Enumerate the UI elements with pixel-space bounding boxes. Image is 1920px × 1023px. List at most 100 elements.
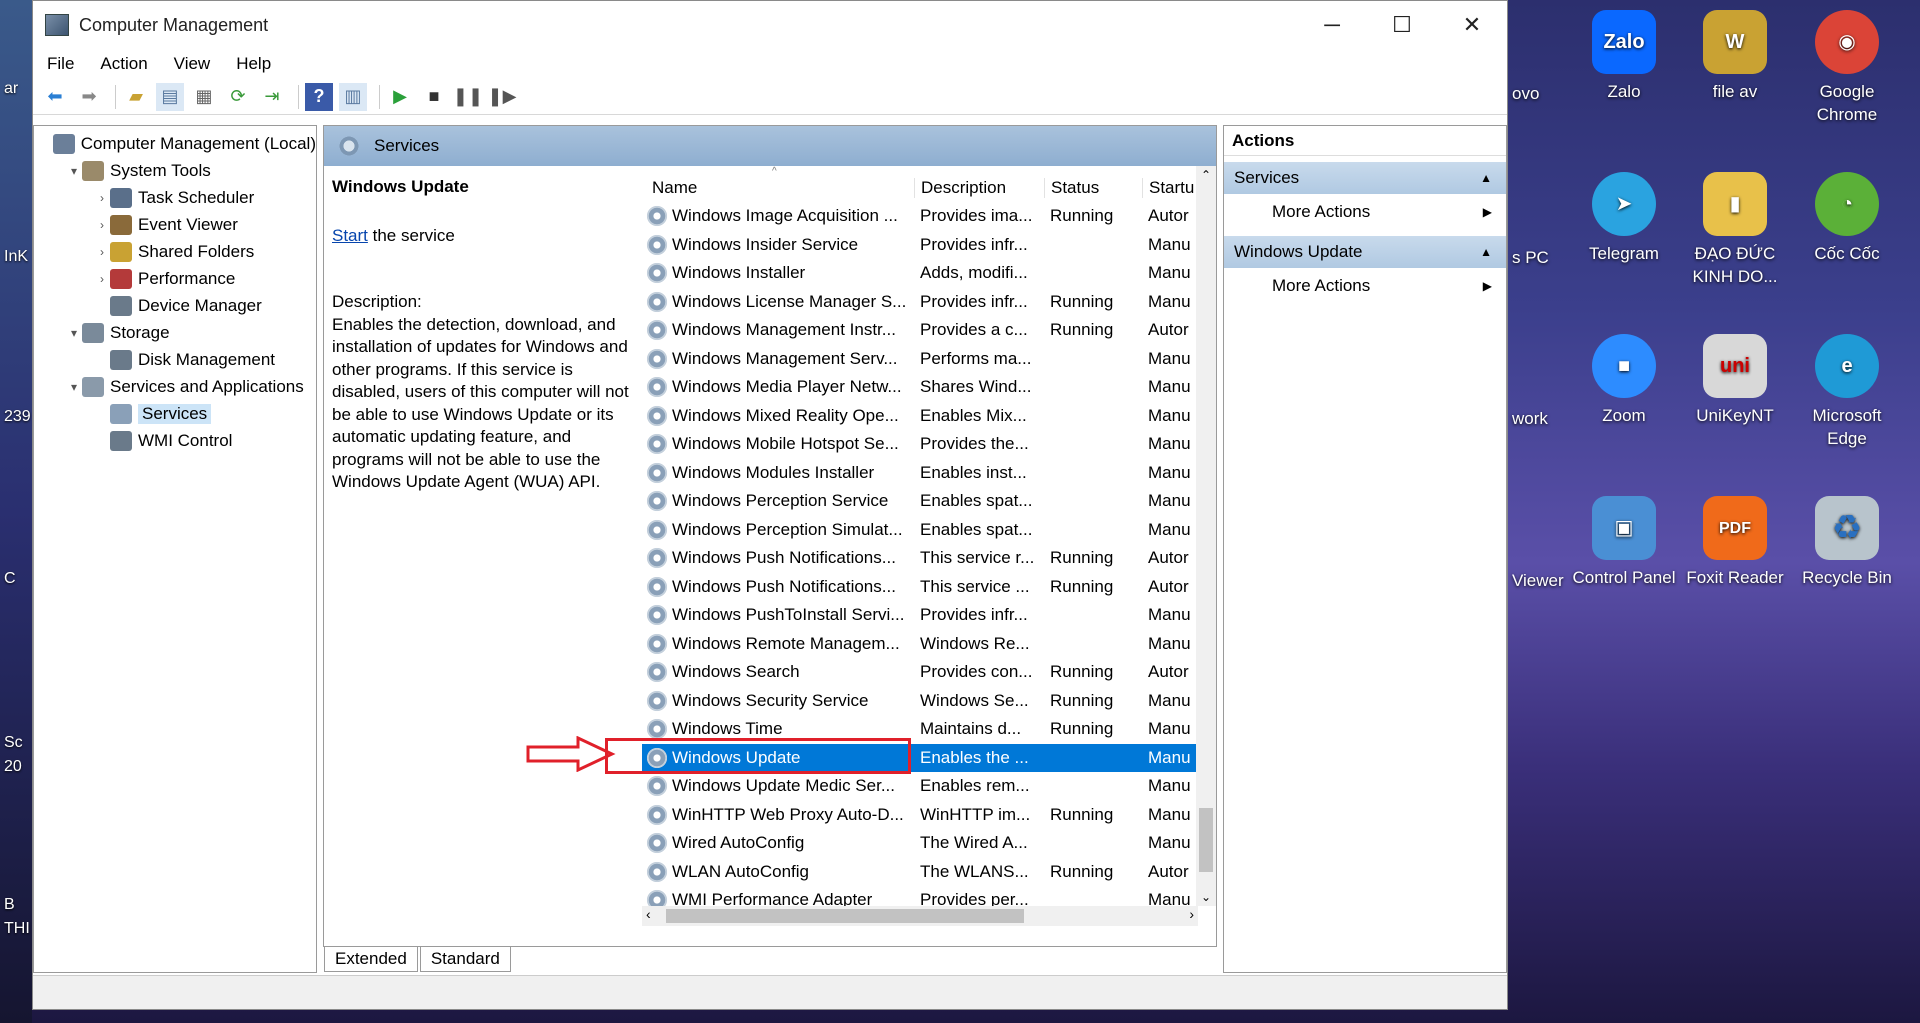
desktop-partial-label[interactable]: s PC [1512,248,1549,268]
title-bar[interactable]: Computer Management ─ ☐ ✕ [33,1,1507,49]
horizontal-scrollbar[interactable]: ‹ › [642,906,1198,926]
tree-item[interactable]: ▾ Services and Applications [34,373,316,400]
back-button[interactable]: ⬅ [41,83,69,111]
table-row[interactable]: Windows Push Notifications... This servic… [642,573,1216,602]
menu-file[interactable]: File [47,54,74,74]
table-row[interactable]: Windows Installer Adds, modifi... Manu [642,259,1216,288]
scroll-down-icon[interactable]: ⌄ [1201,890,1211,904]
desktop-icon-control-panel[interactable]: ▣ Control Panel [1569,496,1679,589]
desktop-icon-file-av[interactable]: Wfile av [1680,10,1790,103]
expander-icon[interactable]: › [94,245,110,259]
export-list-button[interactable]: ⇥ [258,83,286,111]
desktop-icon-coc-coc[interactable]: ◔ Cốc Cốc [1792,172,1902,265]
desktop-partial-label[interactable]: ovo [1512,84,1539,104]
tree-item[interactable]: › Performance [34,265,316,292]
table-row[interactable]: Windows Modules Installer Enables inst...… [642,459,1216,488]
expander-icon[interactable]: › [94,191,110,205]
stop-service-button[interactable]: ■ [420,83,448,111]
table-row[interactable]: Windows Image Acquisition ... Provides im… [642,202,1216,231]
maximize-button[interactable]: ☐ [1367,1,1437,49]
pause-service-button[interactable]: ❚❚ [453,83,483,111]
properties-button[interactable]: ▦ [190,83,218,111]
forward-button[interactable]: ➡ [75,83,103,111]
table-row[interactable]: Windows Insider Service Provides infr... M… [642,231,1216,260]
tree-item[interactable]: Disk Management [34,346,316,373]
help-button[interactable]: ? [305,82,333,111]
desktop-partial-label[interactable]: work [1512,409,1548,429]
menu-action[interactable]: Action [100,54,147,74]
start-service-button[interactable]: ▶ [386,83,414,111]
table-row[interactable]: Windows Perception Service Enables spat..… [642,487,1216,516]
column-header-description[interactable]: Description [914,178,1044,198]
tree-item[interactable]: Services [34,400,316,427]
tree-item[interactable]: › Shared Folders [34,238,316,265]
tree-item[interactable]: › Event Viewer [34,211,316,238]
table-row[interactable]: WLAN AutoConfig The WLANS... Running Autor [642,858,1216,887]
more-actions-services[interactable]: More Actions ▶ [1224,194,1506,230]
tree-item[interactable]: ▾ Storage [34,319,316,346]
scroll-left-icon[interactable]: ‹ [646,906,651,922]
column-header-status[interactable]: Status [1044,178,1142,198]
table-row[interactable]: WMI Performance Adapter Provides per... Ma… [642,886,1216,906]
desktop-icon-dao-duc[interactable]: ▮ ĐẠO ĐỨC KINH DO... [1680,172,1790,288]
desktop-icon-telegram[interactable]: ➤ Telegram [1569,172,1679,265]
expander-icon[interactable]: ▾ [66,326,82,340]
tree-item[interactable]: Computer Management (Local) [34,130,316,157]
desktop-icon-zalo[interactable]: Zalo Zalo [1569,10,1679,103]
expander-icon[interactable]: ▾ [66,164,82,178]
table-row[interactable]: WinHTTP Web Proxy Auto-D... WinHTTP im...… [642,801,1216,830]
show-hide-action-pane-button[interactable]: ▥ [339,82,367,111]
table-row[interactable]: Windows Mobile Hotspot Se... Provides the… [642,430,1216,459]
table-row[interactable]: Windows Update Medic Ser... Enables rem..… [642,772,1216,801]
expander-icon[interactable]: ▾ [66,380,82,394]
scroll-up-icon[interactable]: ⌃ [1201,168,1211,182]
tree-item[interactable]: ▾ System Tools [34,157,316,184]
more-actions-windows-update[interactable]: More Actions ▶ [1224,268,1506,304]
table-row[interactable]: Windows Management Instr... Provides a c.… [642,316,1216,345]
minimize-button[interactable]: ─ [1297,1,1367,49]
start-service-link[interactable]: Start [332,226,368,245]
horizontal-scrollbar-thumb[interactable] [666,909,1024,923]
menu-view[interactable]: View [174,54,211,74]
column-header-name[interactable]: Name [642,178,914,198]
column-header-startup-type[interactable]: Startu [1142,178,1198,198]
tab-extended[interactable]: Extended [324,947,418,972]
expander-icon[interactable]: › [94,272,110,286]
close-button[interactable]: ✕ [1437,1,1507,49]
refresh-button[interactable]: ⟳ [224,83,252,111]
table-row[interactable]: Windows Mixed Reality Ope... Enables Mix.… [642,402,1216,431]
table-row[interactable]: Windows PushToInstall Servi... Provides i… [642,601,1216,630]
show-hide-console-tree-button[interactable]: ▤ [156,82,184,111]
desktop-partial-label[interactable]: Viewer [1512,571,1564,591]
up-one-level-button[interactable]: ▰ [122,83,150,111]
desktop-icon-zoom[interactable]: ■ Zoom [1569,334,1679,427]
table-row[interactable]: Windows Perception Simulat... Enables spa… [642,516,1216,545]
tree-item[interactable]: Device Manager [34,292,316,319]
vertical-scrollbar-thumb[interactable] [1199,808,1213,872]
desktop-icon-edge[interactable]: e Microsoft Edge [1792,334,1902,450]
scroll-right-icon[interactable]: › [1189,906,1194,922]
table-row[interactable]: Windows Management Serv... Performs ma...… [642,345,1216,374]
table-row[interactable]: Windows Push Notifications... This servic… [642,544,1216,573]
table-row[interactable]: Windows Remote Managem... Windows Re... Ma… [642,630,1216,659]
table-row[interactable]: Windows Security Service Windows Se... Run… [642,687,1216,716]
restart-service-button[interactable]: ❚▶ [488,83,517,111]
table-row[interactable]: Windows Search Provides con... Running Auto… [642,658,1216,687]
tab-standard[interactable]: Standard [419,947,511,972]
actions-section-services[interactable]: Services ▲ [1224,162,1506,194]
tree-item[interactable]: › Task Scheduler [34,184,316,211]
expander-icon[interactable]: › [94,218,110,232]
table-row[interactable]: Wired AutoConfig The Wired A... Manu [642,829,1216,858]
desktop-icon-foxit[interactable]: PDF Foxit Reader [1680,496,1790,589]
actions-section-windows-update[interactable]: Windows Update ▲ [1224,236,1506,268]
collapse-icon[interactable]: ▲ [1480,171,1492,185]
vertical-scrollbar[interactable]: ⌃ ⌄ [1196,166,1216,906]
tree-item[interactable]: WMI Control [34,427,316,454]
collapse-icon[interactable]: ▲ [1480,245,1492,259]
table-row[interactable]: Windows License Manager S... Provides inf… [642,288,1216,317]
desktop-icon-unikey[interactable]: uni UniKeyNT [1680,334,1790,427]
menu-help[interactable]: Help [236,54,271,74]
desktop-icon-chrome[interactable]: ◉ Google Chrome [1792,10,1902,126]
desktop-icon-recycle-bin[interactable]: ♻ Recycle Bin [1792,496,1902,589]
table-row[interactable]: Windows Media Player Netw... Shares Wind.… [642,373,1216,402]
